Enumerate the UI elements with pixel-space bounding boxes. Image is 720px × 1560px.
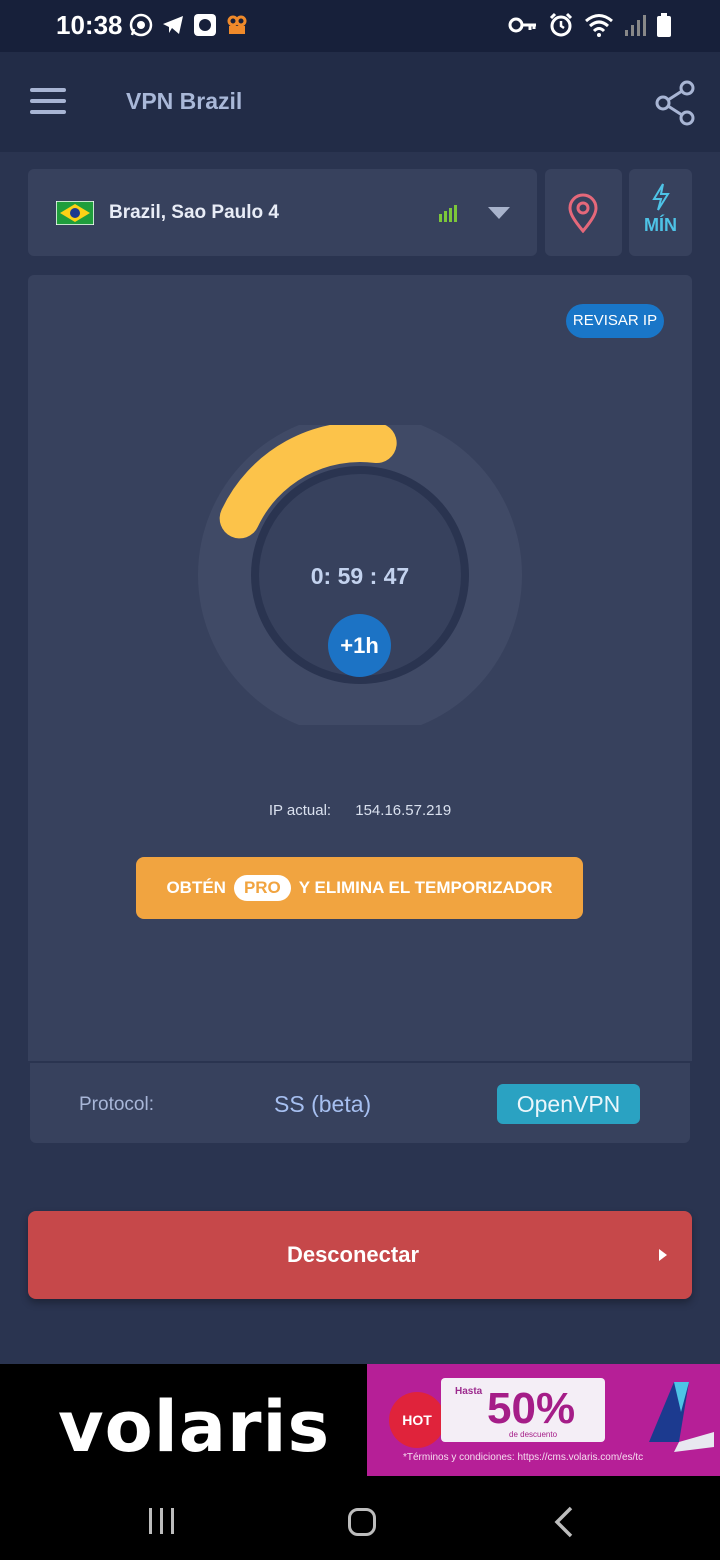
- connection-card: REVISAR IP 0: 59 : 47 +1h IP actual: 154…: [28, 275, 692, 1061]
- system-nav-bar: [0, 1476, 720, 1560]
- ad-discount: 50%: [487, 1384, 576, 1433]
- chevron-down-icon[interactable]: [487, 206, 511, 220]
- ad-discount-card: Hasta 50% de descuento: [441, 1378, 605, 1442]
- add-hour-button[interactable]: +1h: [328, 614, 391, 677]
- back-icon[interactable]: [552, 1506, 576, 1538]
- speed-mode-label: MÍN: [644, 215, 677, 235]
- ad-hasta: Hasta: [455, 1386, 483, 1397]
- status-time: 10:38: [56, 10, 123, 40]
- server-selector[interactable]: Brazil, Sao Paulo 4: [28, 169, 537, 256]
- wifi-icon: [584, 12, 614, 38]
- pro-text-after: Y ELIMINA EL TEMPORIZADOR: [298, 878, 553, 897]
- disconnect-label: Desconectar: [286, 1242, 420, 1267]
- airplane-tail-icon: [649, 1382, 714, 1452]
- protocol-selector: Protocol: SS (beta) OpenVPN: [30, 1063, 690, 1143]
- ad-discount-sub: de descuento: [509, 1430, 558, 1439]
- recents-icon[interactable]: [147, 1508, 177, 1534]
- video-icon: [224, 12, 250, 38]
- ip-value: 154.16.57.219: [355, 802, 452, 819]
- page-title: VPN Brazil: [126, 88, 243, 114]
- play-arrow-icon: [659, 1249, 667, 1261]
- vpn-key-icon: [508, 12, 538, 38]
- brazil-flag-icon: [55, 200, 95, 226]
- disconnect-button[interactable]: Desconectar: [28, 1211, 692, 1299]
- ip-label: IP actual:: [268, 802, 332, 819]
- speed-mode-button[interactable]: MÍN: [629, 169, 692, 256]
- app-icon: [192, 12, 218, 38]
- server-name: Brazil, Sao Paulo 4: [109, 202, 279, 223]
- current-ip-row: IP actual: 154.16.57.219: [28, 802, 692, 819]
- get-pro-button[interactable]: OBTÉN PRO Y ELIMINA EL TEMPORIZADOR: [136, 857, 583, 919]
- location-button[interactable]: [545, 169, 622, 256]
- signal-strength-icon: [439, 204, 461, 222]
- status-bar: 10:38: [0, 0, 720, 52]
- alarm-icon: [548, 12, 574, 38]
- pro-text-before: OBTÉN: [166, 878, 226, 897]
- protocol-label: Protocol:: [79, 1094, 154, 1115]
- battery-icon: [656, 12, 672, 38]
- home-icon[interactable]: [348, 1508, 376, 1536]
- pro-badge: PRO: [233, 875, 291, 901]
- connection-timer: 0: 59 : 47: [310, 563, 410, 589]
- ad-promo[interactable]: HOT Hasta 50% de descuento *Términos y c…: [367, 1364, 720, 1476]
- status-system-icons: [508, 12, 672, 38]
- ad-terms: *Términos y condiciones: https://cms.vol…: [403, 1452, 644, 1463]
- protocol-option-openvpn[interactable]: OpenVPN: [497, 1084, 640, 1124]
- location-pin-icon: [568, 193, 598, 233]
- telegram-icon: [160, 12, 186, 38]
- signal-icon: [624, 12, 646, 38]
- ad-brand-logo: volaris: [58, 1386, 331, 1468]
- lightning-icon: [652, 183, 670, 211]
- hot-badge: HOT: [389, 1392, 445, 1448]
- share-icon[interactable]: [654, 80, 698, 126]
- whatsapp-icon: [128, 12, 154, 38]
- status-app-icons: [128, 12, 250, 38]
- check-ip-button[interactable]: REVISAR IP: [566, 304, 664, 338]
- ad-banner[interactable]: volaris HOT Hasta 50% de descuento *Térm…: [0, 1364, 720, 1476]
- app-bar: VPN Brazil: [0, 52, 720, 152]
- hamburger-menu-icon[interactable]: [30, 88, 66, 114]
- protocol-option-ss[interactable]: SS (beta): [274, 1091, 371, 1118]
